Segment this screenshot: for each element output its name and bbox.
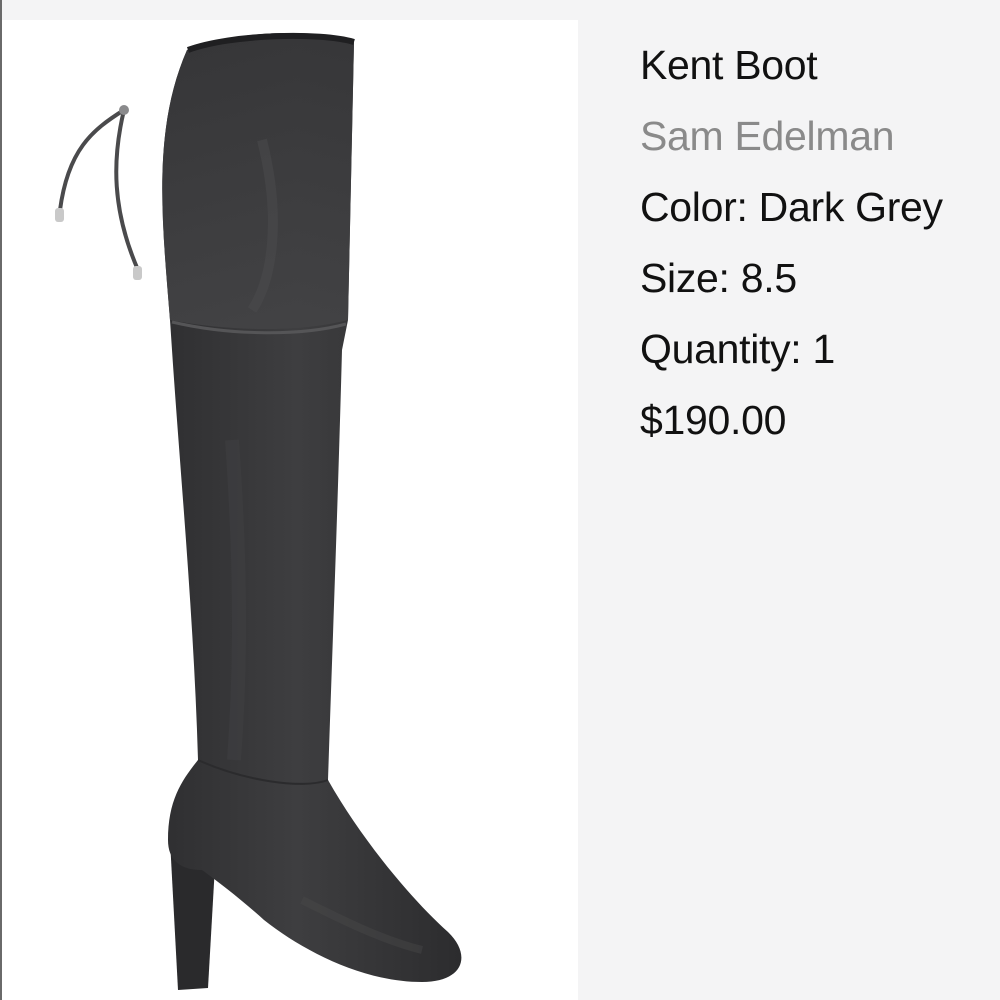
product-name[interactable]: Kent Boot [640, 30, 1000, 101]
product-details: Kent Boot Sam Edelman Color: Dark Grey S… [640, 30, 1000, 456]
boot-photo-icon [55, 32, 462, 990]
product-image[interactable] [2, 20, 578, 1000]
quantity-value: Quantity: 1 [640, 326, 835, 372]
product-summary-card: Kent Boot Sam Edelman Color: Dark Grey S… [0, 0, 1000, 1000]
color-value: Color: Dark Grey [640, 184, 943, 230]
size-value: Size: 8.5 [640, 255, 797, 301]
price: $190.00 [640, 397, 787, 443]
brand-name[interactable]: Sam Edelman [640, 101, 1000, 172]
